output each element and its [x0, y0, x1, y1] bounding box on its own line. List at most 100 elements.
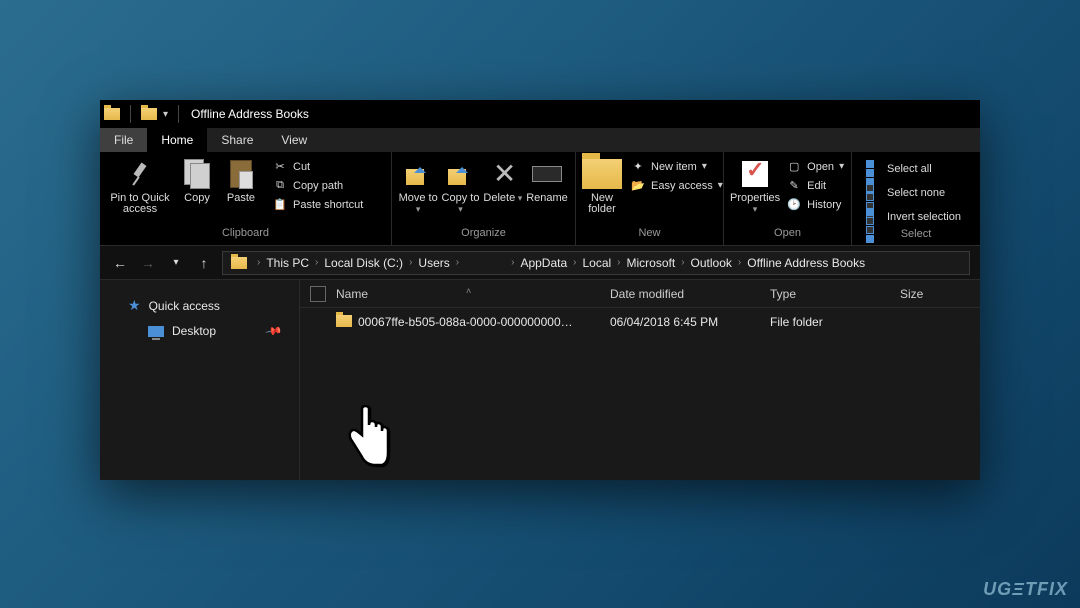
pin-label: Pin to Quick access: [106, 193, 174, 215]
sort-ascending-icon: ˄: [466, 286, 471, 296]
properties-button[interactable]: Properties: [730, 156, 780, 215]
column-size[interactable]: Size: [900, 287, 980, 301]
tab-file[interactable]: File: [100, 128, 147, 152]
delete-button[interactable]: ✕ Delete: [483, 156, 523, 204]
file-date: 06/04/2018 6:45 PM: [610, 315, 770, 329]
group-label-select: Select: [852, 228, 980, 245]
desktop-icon: [148, 326, 164, 337]
pin-to-quick-access-button[interactable]: Pin to Quick access: [106, 156, 174, 215]
file-explorer-window: ▾ Offline Address Books File Home Share …: [100, 100, 980, 480]
group-label-organize: Organize: [392, 227, 575, 245]
group-label-clipboard: Clipboard: [100, 227, 391, 245]
column-headers: Name˄ Date modified Type Size: [300, 280, 980, 308]
sidebar-desktop[interactable]: Desktop 📌: [108, 319, 291, 343]
tab-view[interactable]: View: [267, 128, 321, 152]
back-button[interactable]: ←: [110, 255, 130, 271]
explorer-body: ★ Quick access Desktop 📌 Name˄ Date modi…: [100, 280, 980, 480]
history-button[interactable]: 🕑History: [782, 196, 848, 213]
paste-icon: [230, 160, 252, 188]
paste-button[interactable]: Paste: [220, 156, 262, 204]
paste-label: Paste: [227, 193, 255, 204]
invert-selection-button[interactable]: Invert selection: [862, 206, 965, 228]
pinned-icon: 📌: [265, 322, 284, 341]
new-item-icon: ✦: [630, 160, 646, 173]
move-to-button[interactable]: Move to: [398, 156, 438, 215]
crumb-users[interactable]: Users›: [418, 256, 465, 270]
folder-icon: [336, 315, 352, 327]
ribbon: Pin to Quick access Copy Paste ✂Cut ⧉Cop…: [100, 152, 980, 246]
watermark: UGΞTFIX: [983, 579, 1068, 600]
crumb-outlook[interactable]: Outlook›: [691, 256, 748, 270]
breadcrumb-path[interactable]: › This PC› Local Disk (C:)› Users› › App…: [222, 251, 970, 275]
file-type: File folder: [770, 315, 900, 329]
ribbon-group-organize: Move to Copy to ✕ Delete Rename Organize: [392, 152, 576, 245]
cut-icon: ✂: [272, 160, 288, 173]
dropdown-icon: ▾: [702, 161, 707, 172]
crumb-microsoft[interactable]: Microsoft›: [627, 256, 691, 270]
rename-button[interactable]: Rename: [525, 156, 569, 204]
qat-properties-icon[interactable]: [141, 108, 157, 120]
group-label-new: New: [576, 227, 723, 245]
select-none-icon: [866, 184, 882, 202]
open-icon: ▢: [786, 160, 802, 173]
crumb-appdata[interactable]: AppData›: [520, 256, 582, 270]
quick-access-toolbar: ▾: [104, 105, 183, 123]
edit-icon: ✎: [786, 179, 802, 192]
select-all-checkbox[interactable]: [310, 286, 326, 302]
file-list-pane: Name˄ Date modified Type Size 00067ffe-b…: [300, 280, 980, 480]
crumb-this-pc[interactable]: This PC›: [266, 256, 324, 270]
select-none-button[interactable]: Select none: [862, 182, 965, 204]
cut-button[interactable]: ✂Cut: [268, 158, 367, 175]
invert-selection-icon: [866, 208, 882, 226]
window-title: Offline Address Books: [191, 107, 309, 121]
ribbon-group-select: Select all Select none Invert selection …: [852, 152, 980, 245]
dropdown-icon: ▾: [839, 161, 844, 172]
copy-path-icon: ⧉: [272, 179, 288, 192]
crumb-local-disk[interactable]: Local Disk (C:)›: [324, 256, 418, 270]
tab-share[interactable]: Share: [207, 128, 267, 152]
copy-to-icon: [446, 161, 474, 187]
copy-to-button[interactable]: Copy to: [440, 156, 480, 215]
star-icon: ★: [128, 297, 141, 314]
copy-icon: [184, 159, 210, 189]
tab-home[interactable]: Home: [147, 128, 207, 152]
ribbon-tabs: File Home Share View: [100, 128, 980, 152]
move-to-icon: [404, 161, 432, 187]
copy-path-button[interactable]: ⧉Copy path: [268, 177, 367, 194]
title-bar: ▾ Offline Address Books: [100, 100, 980, 128]
recent-locations-button[interactable]: ▾: [166, 257, 186, 268]
history-icon: 🕑: [786, 198, 802, 211]
new-item-button[interactable]: ✦New item ▾: [626, 158, 727, 175]
file-row[interactable]: 00067ffe-b505-088a-0000-000000000… 06/04…: [300, 308, 980, 336]
new-folder-button[interactable]: New folder: [582, 156, 622, 215]
separator: [178, 105, 179, 123]
column-date-modified[interactable]: Date modified: [610, 287, 770, 301]
crumb-local[interactable]: Local›: [582, 256, 626, 270]
path-folder-icon: [231, 257, 247, 269]
copy-button[interactable]: Copy: [176, 156, 218, 204]
select-all-icon: [866, 160, 882, 178]
group-label-open: Open: [724, 227, 851, 245]
up-button[interactable]: ↑: [194, 255, 214, 271]
paste-shortcut-button[interactable]: 📋Paste shortcut: [268, 196, 367, 213]
edit-button[interactable]: ✎Edit: [782, 177, 848, 194]
qat-dropdown-icon[interactable]: ▾: [163, 109, 168, 120]
column-name[interactable]: Name˄: [336, 287, 610, 301]
open-button[interactable]: ▢Open ▾: [782, 158, 848, 175]
select-all-button[interactable]: Select all: [862, 158, 965, 180]
pin-icon: [129, 163, 151, 185]
app-folder-icon: [104, 108, 120, 120]
ribbon-group-clipboard: Pin to Quick access Copy Paste ✂Cut ⧉Cop…: [100, 152, 392, 245]
crumb-oab[interactable]: Offline Address Books: [747, 256, 865, 270]
sidebar-quick-access[interactable]: ★ Quick access: [108, 292, 291, 319]
ribbon-group-new: New folder ✦New item ▾ 📂Easy access ▾ Ne…: [576, 152, 724, 245]
dropdown-icon: ▾: [718, 180, 723, 191]
crumb-user[interactable]: ›: [465, 257, 520, 268]
address-bar: ← → ▾ ↑ › This PC› Local Disk (C:)› User…: [100, 246, 980, 280]
rename-icon: [532, 166, 562, 182]
easy-access-button[interactable]: 📂Easy access ▾: [626, 177, 727, 194]
file-name: 00067ffe-b505-088a-0000-000000000…: [358, 315, 610, 329]
forward-button[interactable]: →: [138, 255, 158, 271]
ribbon-group-open: Properties ▢Open ▾ ✎Edit 🕑History Open: [724, 152, 852, 245]
column-type[interactable]: Type: [770, 287, 900, 301]
